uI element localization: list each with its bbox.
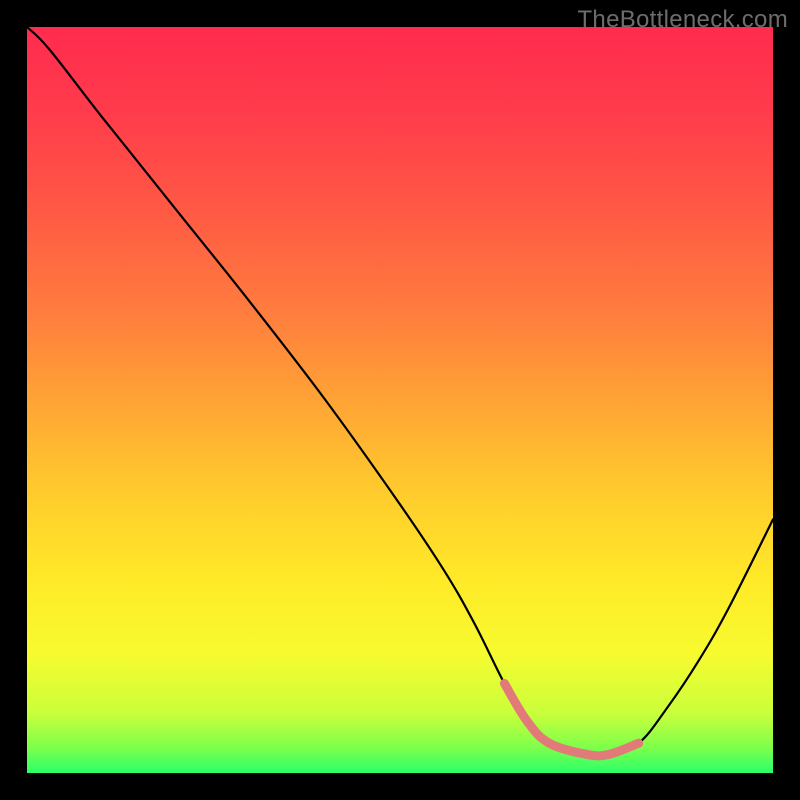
curve-layer [27,27,773,773]
series-trough-highlight [504,683,638,755]
plot-area [27,27,773,773]
series-main-curve [27,27,773,756]
watermark-text: TheBottleneck.com [577,6,788,34]
chart-frame: TheBottleneck.com [0,0,800,800]
